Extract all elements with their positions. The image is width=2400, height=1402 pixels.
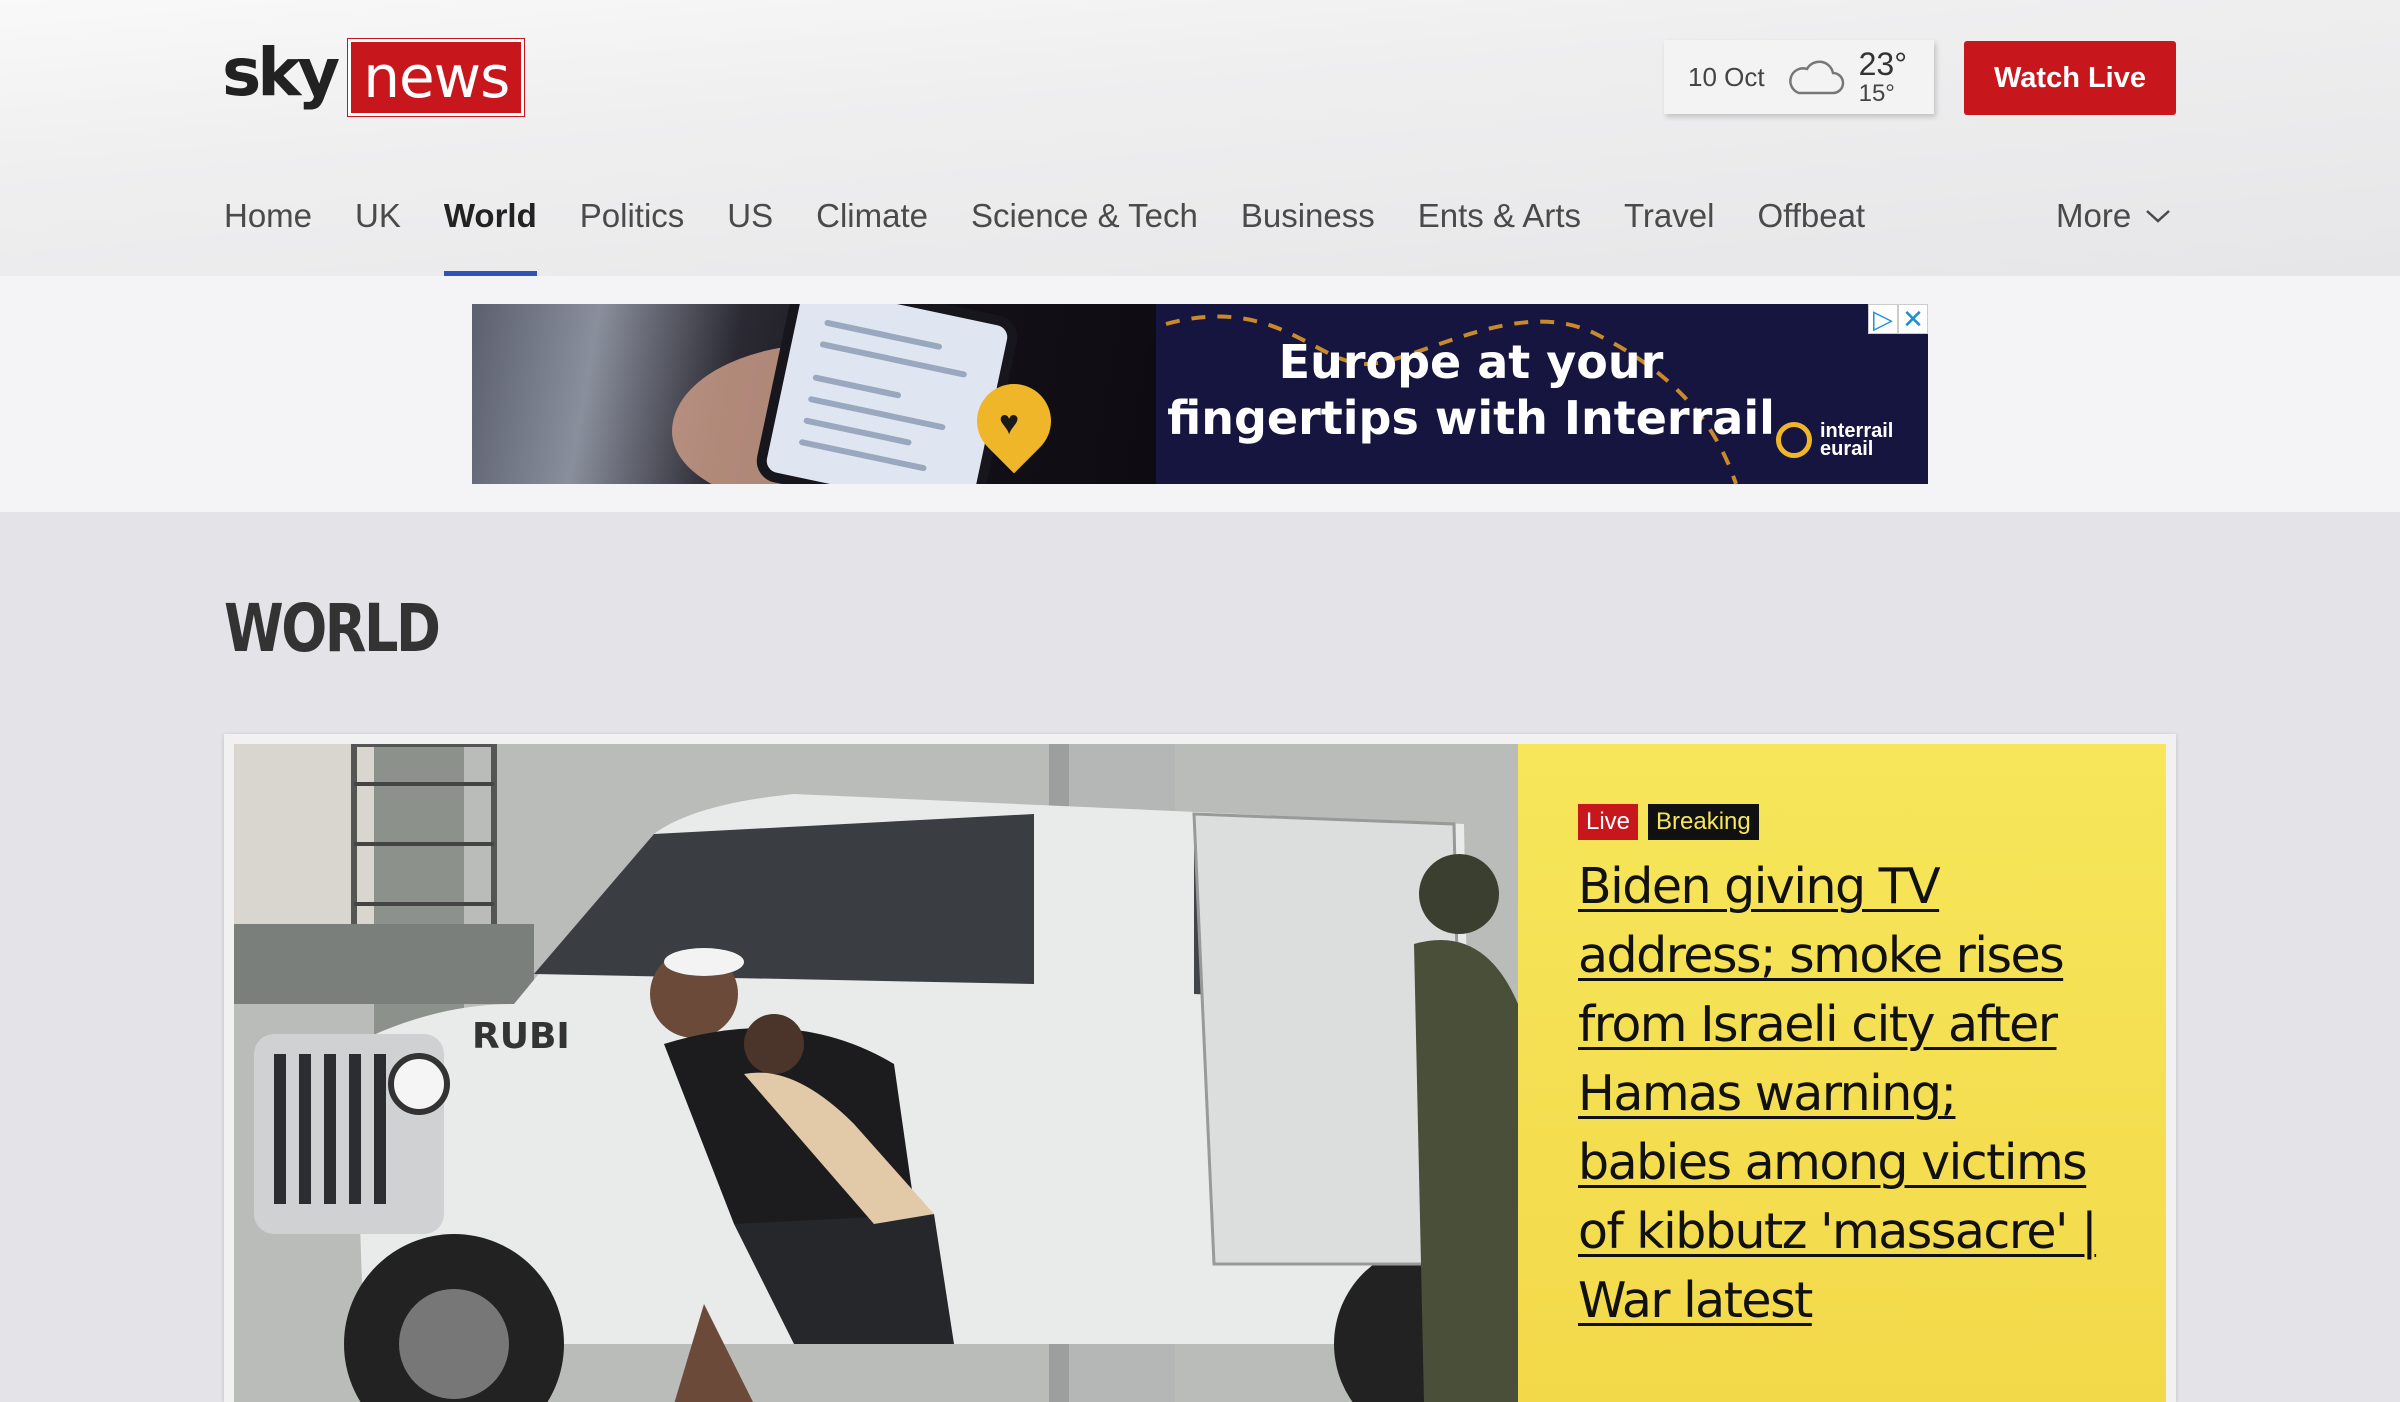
heart-icon: ♥ [999,404,1020,442]
sky-news-logo[interactable]: sky news [222,34,525,116]
weather-low-temp: 15° [1858,80,1895,107]
watch-live-button[interactable]: Watch Live [1964,41,2176,115]
weather-high-temp: 23° [1858,46,1907,82]
nav-item-politics[interactable]: Politics [580,190,685,276]
interrail-logo-icon [1776,422,1812,458]
live-badge: Live [1578,804,1639,840]
nav-item-us[interactable]: US [727,190,773,276]
ad-choices: ▷ ✕ [1868,304,1928,334]
close-icon[interactable]: ✕ [1898,304,1928,334]
hero-story-card: RUBI Live Breaking Biden giving TV addre… [224,734,2176,1402]
hero-photo-illustration: RUBI [234,744,1518,1402]
weather-widget[interactable]: 10 Oct 23° 15° [1664,40,1934,114]
logo-news-text: news [348,38,525,116]
hero-image[interactable]: RUBI [234,744,1518,1402]
weather-temps: 23° 15° [1859,48,1907,106]
page-title: WORLD [224,590,441,667]
nav-item-climate[interactable]: Climate [816,190,928,276]
breaking-badge: Breaking [1648,804,1759,840]
main-nav: Home UK World Politics US Climate Scienc… [224,190,1908,276]
site-header: sky news 10 Oct 23° 15° Watch Live Home … [0,0,2400,276]
nav-item-science-tech[interactable]: Science & Tech [971,190,1198,276]
ad-copy-panel: Europe at your fingertips with Interrail… [1156,304,1928,484]
logo-sky-text: sky [222,34,340,111]
nav-item-travel[interactable]: Travel [1624,190,1714,276]
ad-strip: ♥ Europe at your fingertips with Interra… [0,276,2400,512]
advertisement-banner[interactable]: ♥ Europe at your fingertips with Interra… [472,304,1928,484]
hero-text-panel: Live Breaking Biden giving TV address; s… [1518,744,2166,1402]
ad-headline-line1: Europe at your [1278,335,1664,389]
nav-item-home[interactable]: Home [224,190,312,276]
ad-phone-shape [752,304,1022,484]
nav-item-offbeat[interactable]: Offbeat [1757,190,1865,276]
ad-brand-line2: eurail [1820,438,1874,460]
cloud-icon [1788,60,1844,95]
nav-more-label: More [2056,197,2132,234]
ad-headline-line2: fingertips with Interrail [1167,391,1775,445]
ad-brand-logo: interrail eurail [1776,421,1893,460]
nav-item-world[interactable]: World [443,190,537,276]
weather-date: 10 Oct [1688,61,1765,92]
adchoices-icon[interactable]: ▷ [1868,304,1898,334]
chevron-down-icon [2146,210,2171,223]
nav-item-ents-arts[interactable]: Ents & Arts [1418,190,1581,276]
hero-headline-link[interactable]: Biden giving TV address; smoke rises fro… [1578,852,2118,1335]
ad-headline: Europe at your fingertips with Interrail [1156,334,1786,446]
svg-text:RUBI: RUBI [472,1016,570,1057]
nav-item-uk[interactable]: UK [355,190,401,276]
ad-image: ♥ [472,304,1156,484]
story-badges: Live Breaking [1578,804,1759,840]
nav-more-button[interactable]: More [2056,190,2171,242]
nav-item-business[interactable]: Business [1241,190,1375,276]
